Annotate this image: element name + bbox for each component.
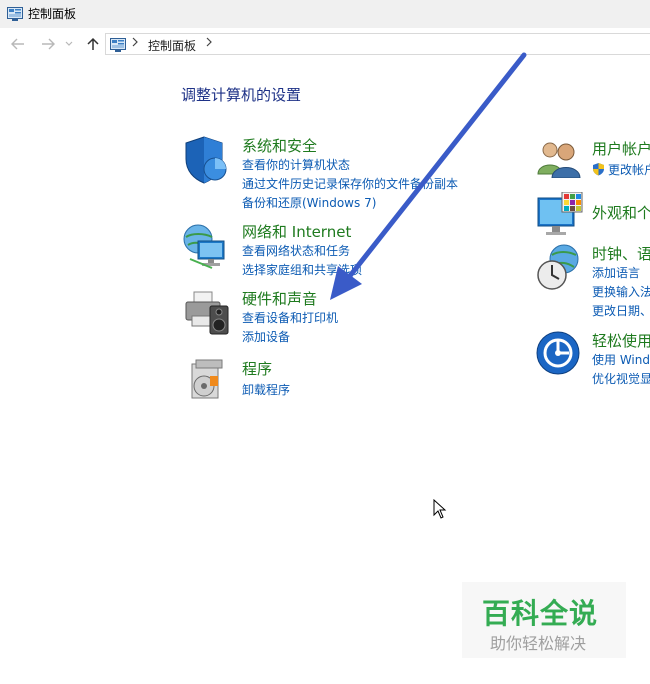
- watermark: 百科全说 助你轻松解决: [462, 582, 626, 658]
- mouse-cursor-icon: [433, 499, 447, 519]
- watermark-subtitle: 助你轻松解决: [490, 634, 587, 653]
- watermark-title: 百科全说: [482, 597, 599, 630]
